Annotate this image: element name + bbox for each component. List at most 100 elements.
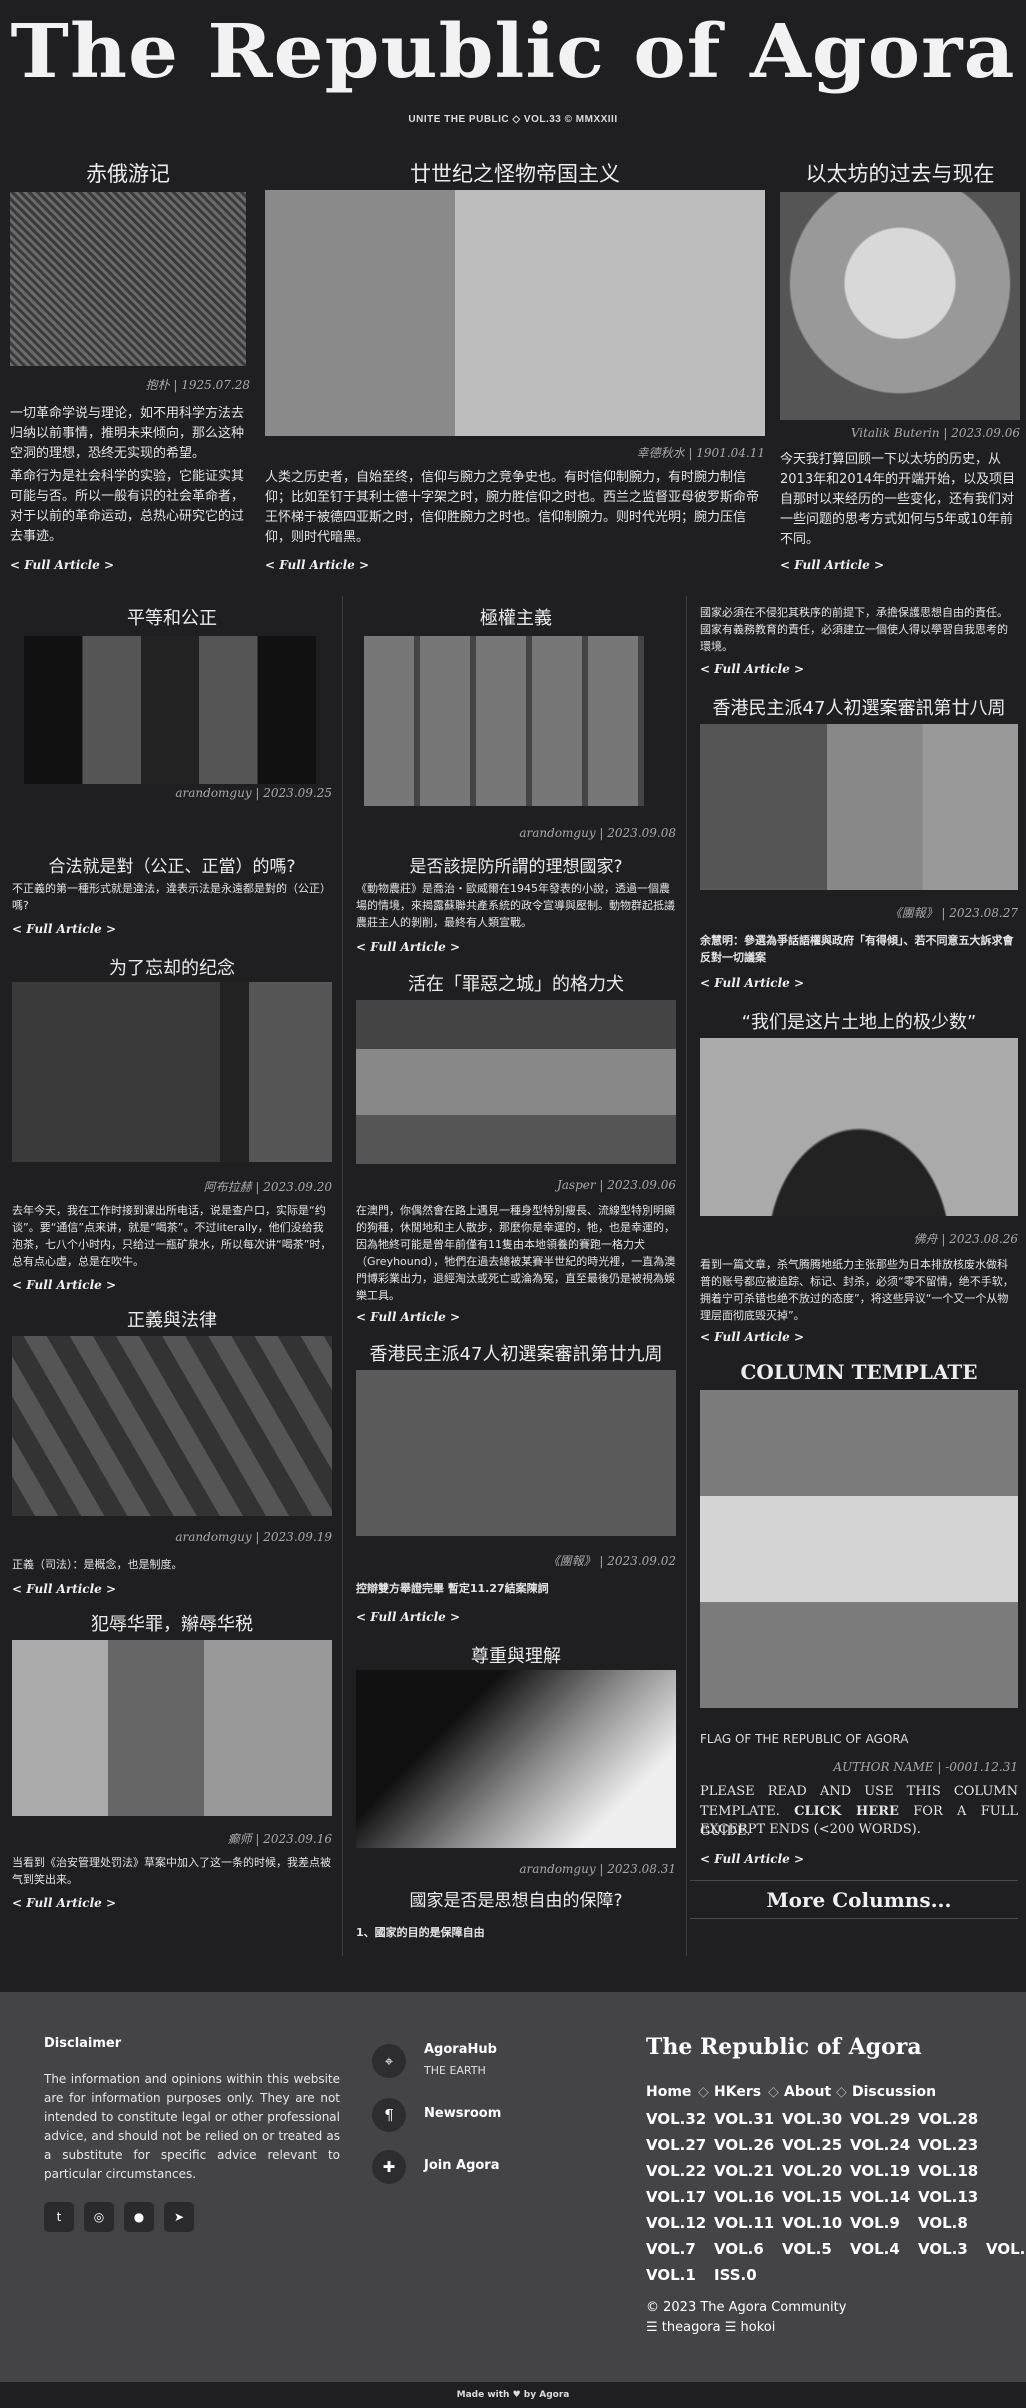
article-byline: arandomguy | 2023.09.25	[175, 786, 332, 800]
article-subtitle: 是否該提防所謂的理想國家?	[409, 857, 623, 877]
volume-link[interactable]: VOL.14	[850, 2188, 910, 2206]
footer-nav-about[interactable]: About	[784, 2084, 831, 2100]
volume-link[interactable]: VOL.22	[646, 2162, 706, 2180]
agorahub-link[interactable]: AgoraHub	[424, 2042, 497, 2057]
volume-link[interactable]: VOL.16	[714, 2188, 774, 2206]
github-icon[interactable]: ◎	[84, 2202, 114, 2232]
article-title[interactable]: 正義與法律	[12, 1306, 332, 1332]
article-title[interactable]: 平等和公正	[12, 604, 332, 630]
article-title[interactable]: COLUMN TEMPLATE	[700, 1360, 1018, 1384]
volume-link[interactable]: VOL.25	[782, 2136, 842, 2154]
volume-link[interactable]: VOL.30	[782, 2110, 842, 2128]
volume-link[interactable]: VOL.11	[714, 2214, 774, 2232]
full-article-link[interactable]: < Full Article >	[12, 922, 116, 936]
full-article-link[interactable]: < Full Article >	[12, 1278, 116, 1292]
article-excerpt: 在澳門，你偶然會在路上遇見一種身型特別瘦長、流線型特別明顯的狗種，休閒地和主人散…	[356, 1204, 676, 1302]
volume-link[interactable]: VOL.7	[646, 2240, 696, 2258]
volume-link[interactable]: VOL.18	[918, 2162, 978, 2180]
volume-link[interactable]: VOL.8	[918, 2214, 968, 2232]
join-agora-link[interactable]: Join Agora	[424, 2158, 500, 2173]
nav-separator: ◇	[836, 2084, 847, 2100]
full-article-link[interactable]: < Full Article >	[780, 558, 884, 572]
article-excerpt: 1、國家的目的是保障自由	[356, 1926, 485, 1939]
article-image	[700, 724, 1018, 890]
social-handles[interactable]: ☰ theagora ☰ hokoi	[646, 2320, 775, 2335]
volume-link[interactable]: VOL.24	[850, 2136, 910, 2154]
masthead-subtitle: UNITE THE PUBLIC ◇ VOL.33 © MMXXIII	[408, 114, 618, 125]
article-excerpt: 《動物農莊》是喬治・歐威爾在1945年發表的小說，透過一個農場的情境，來揭露蘇聯…	[356, 882, 675, 929]
full-article-link[interactable]: < Full Article >	[12, 1582, 116, 1596]
masthead-title[interactable]: The Republic of Agora	[0, 12, 1026, 92]
volume-link[interactable]: VOL.15	[782, 2188, 842, 2206]
volume-link[interactable]: VOL.13	[918, 2188, 978, 2206]
article-title[interactable]: 以太坊的过去与现在	[780, 158, 1020, 188]
volume-link[interactable]: VOL.20	[782, 2162, 842, 2180]
full-article-link[interactable]: < Full Article >	[356, 1310, 460, 1324]
volume-link[interactable]: VOL.23	[918, 2136, 978, 2154]
full-article-link[interactable]: < Full Article >	[700, 1852, 804, 1866]
article-title[interactable]: 赤俄游记	[10, 158, 246, 188]
full-article-link[interactable]: < Full Article >	[10, 558, 114, 572]
twitter-icon[interactable]: t	[44, 2202, 74, 2232]
click-here-link[interactable]: CLICK HERE	[794, 1804, 899, 1819]
footer-nav-discussion[interactable]: Discussion	[852, 2084, 936, 2100]
more-columns-link[interactable]: More Columns...	[700, 1888, 1018, 1912]
volume-link[interactable]: ISS.0	[714, 2266, 757, 2284]
article-image	[12, 1336, 332, 1516]
full-article-link[interactable]: < Full Article >	[700, 976, 804, 990]
article-byline: 阿布拉赫 | 2023.09.20	[203, 1180, 332, 1194]
full-article-link[interactable]: < Full Article >	[12, 1896, 116, 1910]
full-article-link[interactable]: < Full Article >	[700, 662, 804, 676]
location-icon: ⌖	[372, 2044, 406, 2078]
full-article-link[interactable]: < Full Article >	[356, 940, 460, 954]
article-byline: 抱朴 | 1925.07.28	[145, 378, 250, 392]
article-image	[356, 1000, 676, 1164]
article-title[interactable]: 香港民主派47人初選案審訊第廿八周	[700, 694, 1018, 720]
excerpt-end-note: EXCERPT ENDS (<200 WORDS).	[700, 1822, 921, 1837]
volume-link[interactable]: VOL.17	[646, 2188, 706, 2206]
full-article-link[interactable]: < Full Article >	[265, 558, 369, 572]
article-title[interactable]: 香港民主派47人初選案審訊第廿九周	[356, 1340, 676, 1366]
article-image	[780, 192, 1020, 420]
article-title[interactable]: 尊重與理解	[356, 1642, 676, 1668]
volume-link[interactable]: VOL.9	[850, 2214, 900, 2232]
volume-link[interactable]: VOL.26	[714, 2136, 774, 2154]
full-article-link[interactable]: < Full Article >	[700, 1330, 804, 1344]
article-excerpt: 当看到《治安管理处罚法》草案中加入了这一条的时候，我差点被气到笑出来。	[12, 1856, 331, 1886]
newsroom-link[interactable]: Newsroom	[424, 2106, 501, 2121]
volume-link[interactable]: VOL.27	[646, 2136, 706, 2154]
article-title[interactable]: 为了忘却的纪念	[12, 954, 332, 980]
article-subtitle: 合法就是對（公正、正當）的嗎?	[48, 857, 296, 877]
article-title[interactable]: 廿世纪之怪物帝国主义	[265, 158, 765, 188]
volume-link[interactable]: VOL.3	[918, 2240, 968, 2258]
volume-link[interactable]: VOL.21	[714, 2162, 774, 2180]
volume-link[interactable]: VOL.28	[918, 2110, 978, 2128]
article-title[interactable]: “我们是这片土地上的极少数”	[700, 1008, 1018, 1034]
footer-brand[interactable]: The Republic of Agora	[646, 2034, 922, 2060]
volume-link[interactable]: VOL.5	[782, 2240, 832, 2258]
volume-link[interactable]: VOL.1	[646, 2266, 696, 2284]
volume-link[interactable]: VOL.6	[714, 2240, 764, 2258]
article-image	[700, 1038, 1018, 1216]
article-excerpt: 余慧明：參選為爭話語權與政府「有得傾」、若不同意五大訴求會反對一切議案	[700, 934, 1014, 964]
article-title[interactable]: 活在「罪惡之城」的格力犬	[356, 970, 676, 996]
full-article-link[interactable]: < Full Article >	[356, 1610, 460, 1624]
telegram-icon[interactable]: ➤	[164, 2202, 194, 2232]
volume-link[interactable]: VOL.2	[986, 2240, 1026, 2258]
volume-link[interactable]: VOL.29	[850, 2110, 910, 2128]
footer-nav-hkers[interactable]: HKers	[714, 2084, 761, 2100]
reddit-icon[interactable]: ●	[124, 2202, 154, 2232]
article-title[interactable]: 犯辱华罪，辮辱华税	[12, 1610, 332, 1636]
volume-link[interactable]: VOL.4	[850, 2240, 900, 2258]
article-excerpt: 看到一篇文章，杀气腾腾地纸力主张那些为日本排放核废水做科普的账号都应被追踪、标记…	[700, 1258, 1014, 1322]
volume-link[interactable]: VOL.19	[850, 2162, 910, 2180]
volume-link[interactable]: VOL.10	[782, 2214, 842, 2232]
column-divider	[342, 596, 343, 1956]
volume-link[interactable]: VOL.12	[646, 2214, 706, 2232]
volume-link[interactable]: VOL.32	[646, 2110, 706, 2128]
volume-link[interactable]: VOL.31	[714, 2110, 774, 2128]
agorahub-subtitle: THE EARTH	[424, 2064, 486, 2077]
article-title[interactable]: 極權主義	[356, 604, 676, 630]
disclaimer-title: Disclaimer	[44, 2036, 122, 2051]
footer-nav-home[interactable]: Home	[646, 2084, 691, 2100]
